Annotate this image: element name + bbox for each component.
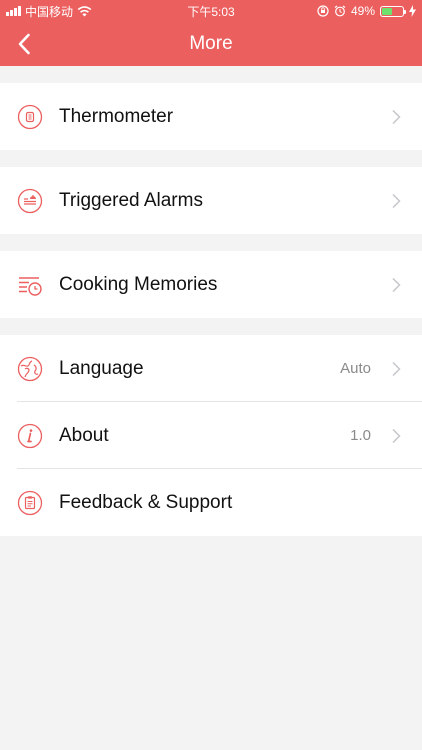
history-clock-icon	[19, 276, 42, 296]
page-title: More	[189, 33, 233, 54]
menu-label-feedback: Feedback & Support	[59, 491, 233, 513]
group-triggered-alarms: Triggered Alarms	[0, 167, 422, 234]
chevron-right-icon	[392, 428, 401, 443]
status-right: 49%	[266, 4, 416, 18]
wifi-icon	[77, 5, 92, 16]
chevron-right-icon	[392, 277, 401, 292]
group-cooking-memories: Cooking Memories	[0, 251, 422, 318]
menu-label-cooking-memories: Cooking Memories	[59, 273, 218, 295]
chevron-right-icon	[392, 193, 401, 208]
menu-label-about: About	[59, 424, 109, 446]
menu-item-feedback[interactable]: Feedback & Support	[0, 469, 422, 536]
clipboard-icon	[17, 490, 43, 515]
thermometer-icon	[17, 104, 43, 129]
group-settings: Language Auto About 1.0 Feedback & Suppo…	[0, 335, 422, 536]
menu-item-language[interactable]: Language Auto	[0, 335, 422, 402]
chevron-right-icon	[392, 361, 401, 376]
signal-icon	[6, 6, 21, 16]
version-value: 1.0	[350, 427, 371, 444]
alarm-list-icon	[17, 188, 43, 213]
menu-label-language: Language	[59, 357, 144, 379]
chevron-left-icon	[18, 33, 30, 55]
menu-item-thermometer[interactable]: Thermometer	[0, 83, 422, 150]
rotation-lock-icon	[317, 5, 329, 17]
info-icon	[17, 423, 43, 448]
globe-icon	[17, 356, 43, 381]
menu-item-cooking-memories[interactable]: Cooking Memories	[0, 251, 422, 318]
status-time: 下午5:03	[187, 4, 235, 19]
group-thermometer: Thermometer	[0, 83, 422, 150]
battery-fill	[382, 7, 392, 15]
menu-label-triggered-alarms: Triggered Alarms	[59, 189, 203, 211]
charging-bolt-icon	[409, 5, 416, 17]
nav-bar: More	[0, 22, 422, 66]
language-value: Auto	[340, 360, 371, 377]
status-left: 中国移动	[6, 3, 156, 20]
status-bar: 中国移动 下午5:03 49%	[0, 0, 422, 22]
menu-label-thermometer: Thermometer	[59, 105, 174, 127]
back-button[interactable]	[12, 32, 36, 56]
chevron-right-icon	[392, 109, 401, 124]
menu-item-about[interactable]: About 1.0	[0, 402, 422, 469]
battery-percent: 49%	[350, 4, 375, 18]
battery-icon	[380, 5, 406, 17]
carrier-label: 中国移动	[25, 4, 74, 19]
alarm-clock-icon	[334, 5, 346, 17]
menu-item-triggered-alarms[interactable]: Triggered Alarms	[0, 167, 422, 234]
